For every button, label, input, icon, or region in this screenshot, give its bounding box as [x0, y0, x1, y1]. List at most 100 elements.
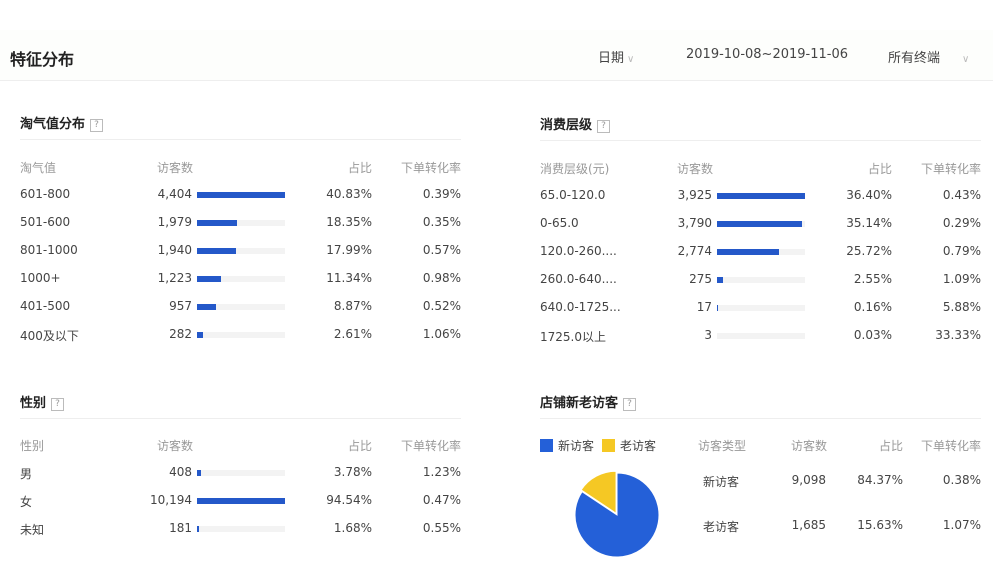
row-label: 501-600: [20, 215, 71, 229]
bar-track: [197, 498, 285, 504]
legend-label[interactable]: 新访客: [558, 439, 594, 453]
conversion-rate: 0.55%: [422, 521, 461, 535]
bar-fill: [197, 276, 222, 282]
bar-fill: [717, 277, 724, 283]
bar-track: [197, 276, 285, 282]
help-icon[interactable]: ?: [597, 120, 611, 133]
bar-track: [197, 220, 285, 226]
conversion-rate: 0.43%: [942, 188, 981, 202]
visitor-count: 2,774: [677, 244, 712, 258]
divider: [540, 418, 981, 419]
pie-legend: 新访客 老访客: [540, 437, 656, 454]
visitor-pie-chart: [574, 470, 660, 558]
bar-fill: [717, 249, 780, 255]
visitor-count: 3: [704, 328, 712, 342]
ratio: 11.34%: [326, 271, 372, 285]
legend-swatch: [602, 439, 616, 452]
conversion-rate: 0.35%: [422, 215, 461, 229]
ratio: 2.55%: [853, 272, 892, 286]
column-header: 访客数: [677, 162, 714, 176]
section-title-text: 淘气值分布: [20, 117, 86, 132]
bar-track: [717, 333, 805, 339]
column-header: 下单转化率: [400, 161, 461, 175]
conversion-rate: 1.09%: [942, 272, 981, 286]
page-title: 特征分布: [10, 50, 75, 69]
row-label: 260.0-640....: [540, 272, 617, 286]
conversion-rate: 0.47%: [422, 493, 461, 507]
conversion-rate: 33.33%: [935, 328, 981, 342]
visitor-count: 1,979: [157, 215, 192, 229]
section-title-text: 消费层级: [540, 118, 593, 133]
ratio: 35.14%: [846, 216, 892, 230]
bar-track: [717, 277, 805, 283]
column-header: 下单转化率: [400, 439, 461, 453]
row-label: 801-1000: [20, 243, 78, 257]
terminal-label: 所有终端: [888, 51, 941, 66]
visitor-count: 1,685: [791, 518, 826, 532]
visitors-section-title: 店铺新老访客?: [540, 392, 637, 411]
help-icon[interactable]: ?: [90, 119, 104, 132]
conversion-rate: 1.07%: [942, 518, 981, 532]
bar-fill: [197, 248, 236, 254]
ratio: 18.35%: [326, 215, 372, 229]
ratio: 36.40%: [846, 188, 892, 202]
bar-track: [197, 248, 285, 254]
ratio: 0.03%: [853, 328, 892, 342]
visitor-count: 408: [169, 465, 192, 479]
row-label: 男: [20, 467, 33, 481]
date-range-picker[interactable]: 2019-10-08~2019-11-06: [686, 47, 848, 62]
column-header: 下单转化率: [920, 162, 981, 176]
bar-track: [197, 304, 285, 310]
ratio: 17.99%: [326, 243, 372, 257]
row-label: 未知: [20, 523, 45, 537]
bar-track: [197, 192, 285, 198]
ratio: 8.87%: [333, 299, 372, 313]
conversion-rate: 0.38%: [942, 473, 981, 487]
conversion-rate: 0.52%: [422, 299, 461, 313]
bar-track: [717, 221, 805, 227]
bar-fill: [197, 304, 217, 310]
date-type-dropdown[interactable]: 日期 ∨: [598, 47, 634, 66]
consume-section-title: 消费层级?: [540, 114, 611, 133]
bar-fill: [197, 220, 237, 226]
ratio: 84.37%: [857, 473, 903, 487]
section-title-text: 性别: [20, 396, 47, 411]
visitor-count: 9,098: [791, 473, 826, 487]
conversion-rate: 1.06%: [422, 327, 461, 341]
ratio: 25.72%: [846, 244, 892, 258]
page-header: 特征分布 日期 ∨ 2019-10-08~2019-11-06 所有终端 ∨: [0, 30, 993, 81]
bar-fill: [197, 332, 203, 338]
taoqi-section-title: 淘气值分布?: [20, 113, 104, 132]
column-header: 占比: [347, 161, 372, 175]
gender-section-title: 性别?: [20, 392, 65, 411]
bar-fill: [197, 498, 285, 504]
column-header: 访客类型: [698, 439, 747, 453]
row-label: 1725.0以上: [540, 330, 606, 344]
date-label: 日期: [598, 51, 625, 66]
conversion-rate: 0.98%: [422, 271, 461, 285]
section-title-text: 店铺新老访客: [540, 396, 619, 411]
ratio: 1.68%: [333, 521, 372, 535]
column-header: 下单转化率: [920, 439, 981, 453]
row-label: 新访客: [703, 475, 740, 489]
terminal-dropdown[interactable]: 所有终端 ∨: [888, 47, 969, 66]
help-icon[interactable]: ?: [51, 398, 65, 411]
row-label: 0-65.0: [540, 216, 579, 230]
bar-fill: [717, 221, 802, 227]
bar-fill: [717, 193, 805, 199]
conversion-rate: 0.57%: [422, 243, 461, 257]
legend-label[interactable]: 老访客: [620, 439, 656, 453]
help-icon[interactable]: ?: [623, 398, 637, 411]
divider: [540, 140, 981, 141]
column-header: 占比: [878, 439, 903, 453]
row-label: 120.0-260....: [540, 244, 617, 258]
bar-track: [717, 193, 805, 199]
row-label: 65.0-120.0: [540, 188, 606, 202]
chevron-down-icon: ∨: [627, 54, 635, 65]
visitor-count: 17: [696, 300, 712, 314]
row-label: 女: [20, 495, 33, 509]
divider: [20, 418, 461, 419]
legend-swatch: [540, 439, 553, 452]
column-header: 淘气值: [20, 161, 57, 175]
column-header: 访客数: [157, 439, 194, 453]
